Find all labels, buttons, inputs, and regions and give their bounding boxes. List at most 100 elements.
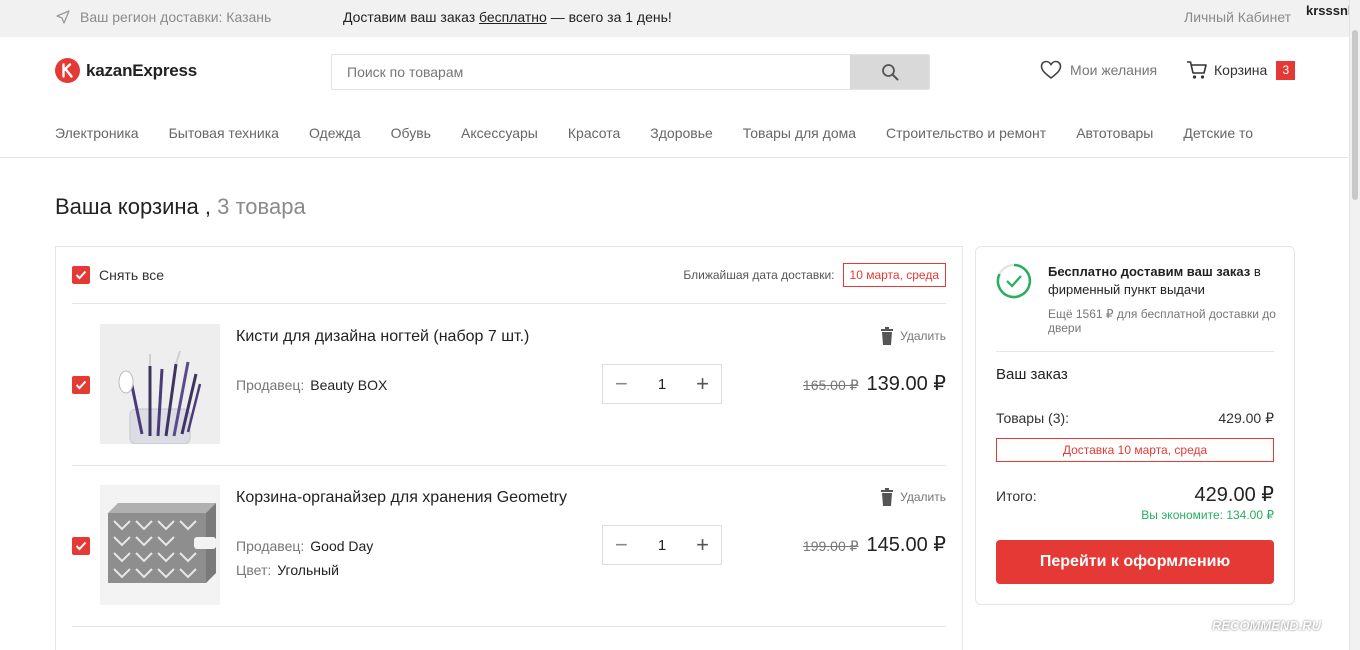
scrollbar[interactable] [1349, 0, 1360, 650]
cart-count-badge: 3 [1276, 60, 1296, 80]
promo-suffix: — всего за 1 день! [550, 9, 672, 25]
category-item[interactable]: Одежда [309, 125, 361, 141]
old-price: 199.00 ₽ [802, 538, 859, 554]
wishlist-label: Мои желания [1070, 62, 1158, 78]
current-price: 139.00 ₽ [866, 373, 946, 395]
quantity-value: 1 [657, 536, 667, 554]
cart-icon [1187, 61, 1207, 79]
divider [0, 157, 1348, 158]
top-bar: Ваш регион доставки: Казань Доставим ваш… [0, 0, 1360, 37]
product-image[interactable] [100, 485, 220, 605]
product-image[interactable] [100, 324, 220, 444]
product-name[interactable]: Корзина-органайзер для хранения Geometry [236, 489, 567, 507]
category-item[interactable]: Красота [568, 125, 620, 141]
select-all-label: Снять все [99, 267, 165, 283]
nearest-delivery-label: Ближайшая дата доставки: [683, 268, 835, 282]
delivery-date-badge: Доставка 10 марта, среда [996, 438, 1274, 462]
old-price: 165.00 ₽ [802, 377, 859, 393]
location-arrow-icon [56, 10, 70, 24]
trash-icon [881, 488, 894, 506]
price: 199.00 ₽ 145.00 ₽ [803, 532, 946, 557]
seller-name[interactable]: Beauty BOX [310, 377, 387, 393]
region-text: Ваш регион доставки: Казань [80, 9, 272, 25]
cart-link[interactable]: Корзина 3 [1186, 60, 1296, 80]
quantity-stepper: − 1 + [602, 364, 722, 404]
total-row: Итого: 429.00 ₽ [996, 482, 1274, 507]
price: 165.00 ₽ 139.00 ₽ [803, 371, 946, 396]
color-label: Цвет: [236, 562, 272, 578]
delete-button[interactable]: Удалить [880, 488, 946, 506]
order-title: Ваш заказ [996, 366, 1068, 383]
promo-prefix: Доставим ваш заказ [343, 9, 476, 25]
seller-name[interactable]: Good Day [310, 538, 373, 554]
scrollbar-thumb[interactable] [1352, 30, 1358, 200]
category-item[interactable]: Автотовары [1076, 125, 1153, 141]
check-icon [75, 541, 87, 551]
heart-icon [1040, 60, 1062, 80]
quantity-value: 1 [657, 375, 667, 393]
checkbox-checked[interactable] [72, 266, 90, 284]
item-count: 3 товара [217, 194, 306, 219]
goods-value: 429.00 ₽ [1218, 410, 1274, 426]
product-name[interactable]: Кисти для дизайна ногтей (набор 7 шт.) [236, 328, 529, 346]
nearest-delivery: Ближайшая дата доставки: 10 марта, среда [683, 263, 946, 287]
cart-item: Кисти для дизайна ногтей (набор 7 шт.) П… [56, 305, 962, 465]
select-all-checkbox[interactable]: Снять все [72, 266, 164, 284]
category-item[interactable]: Товары для дома [743, 125, 856, 141]
savings-text: Вы экономите: 134.00 ₽ [1141, 508, 1274, 522]
category-nav: Электроника Бытовая техника Одежда Обувь Акс… [55, 125, 1275, 145]
decrease-button[interactable]: − [615, 534, 628, 556]
current-price: 145.00 ₽ [866, 534, 946, 556]
decrease-button[interactable]: − [615, 373, 628, 395]
cart-list: Снять все Ближайшая дата доставки: 10 ма… [55, 246, 963, 650]
divider [72, 303, 946, 304]
cart-label: Корзина [1214, 62, 1268, 78]
checkout-button[interactable]: Перейти к оформлению [996, 540, 1274, 584]
check-icon [75, 380, 87, 390]
page-title: Ваша корзина , 3 товара [55, 194, 306, 220]
region-selector[interactable]: Ваш регион доставки: Казань [56, 9, 271, 25]
increase-button[interactable]: + [696, 534, 709, 556]
goods-row: Товары (3): 429.00 ₽ [996, 410, 1274, 427]
item-checkbox[interactable] [72, 537, 90, 555]
page-title-text: Ваша корзина , [55, 194, 211, 219]
check-circle-icon [996, 263, 1032, 299]
category-item[interactable]: Аксессуары [461, 125, 538, 141]
personal-cabinet-link[interactable]: Личный Кабинет [1184, 9, 1291, 25]
seller-info: Продавец: Beauty BOX [236, 377, 387, 393]
category-item[interactable]: Строительство и ремонт [886, 125, 1046, 141]
order-summary: Бесплатно доставим ваш заказ в фирменный… [975, 246, 1295, 605]
color-value: Угольный [277, 562, 339, 578]
wishlist-link[interactable]: Мои желания [1040, 60, 1157, 80]
total-label: Итого: [996, 488, 1037, 504]
free-delivery-title: Бесплатно доставим ваш заказ в фирменный… [1048, 263, 1280, 299]
category-item[interactable]: Здоровье [650, 125, 713, 141]
category-item[interactable]: Бытовая техника [169, 125, 279, 141]
item-checkbox[interactable] [72, 376, 90, 394]
seller-info: Продавец: Good Day [236, 538, 373, 554]
search-button[interactable] [850, 55, 929, 89]
category-item[interactable]: Детские то [1183, 125, 1253, 141]
brand-name: kazanExpress [86, 60, 198, 80]
goods-label: Товары (3): [996, 410, 1070, 426]
search-bar [331, 54, 930, 90]
user-name: krsssnk [1306, 3, 1356, 18]
seller-label: Продавец: [236, 538, 305, 554]
promo-banner: Доставим ваш заказ бесплатно — всего за … [343, 9, 672, 25]
check-icon [75, 270, 87, 280]
delete-label: Удалить [900, 329, 946, 343]
promo-free-link[interactable]: бесплатно [479, 9, 547, 25]
search-input[interactable] [332, 55, 850, 89]
free-delivery-subtext: Ещё 1561 ₽ для бесплатной доставки до дв… [1048, 307, 1276, 335]
free-delivery-bold: Бесплатно доставим ваш заказ [1048, 264, 1251, 279]
logo[interactable]: kazanExpress [55, 58, 197, 83]
category-item[interactable]: Обувь [391, 125, 431, 141]
delete-button[interactable]: Удалить [880, 327, 946, 345]
cart-item: Корзина-органайзер для хранения Geometry… [56, 466, 962, 626]
search-icon [881, 64, 898, 81]
page: Ваш регион доставки: Казань Доставим ваш… [0, 0, 1360, 650]
seller-label: Продавец: [236, 377, 305, 393]
category-item[interactable]: Электроника [55, 125, 139, 141]
watermark: RECOMMEND.RU [1212, 618, 1322, 633]
increase-button[interactable]: + [696, 373, 709, 395]
